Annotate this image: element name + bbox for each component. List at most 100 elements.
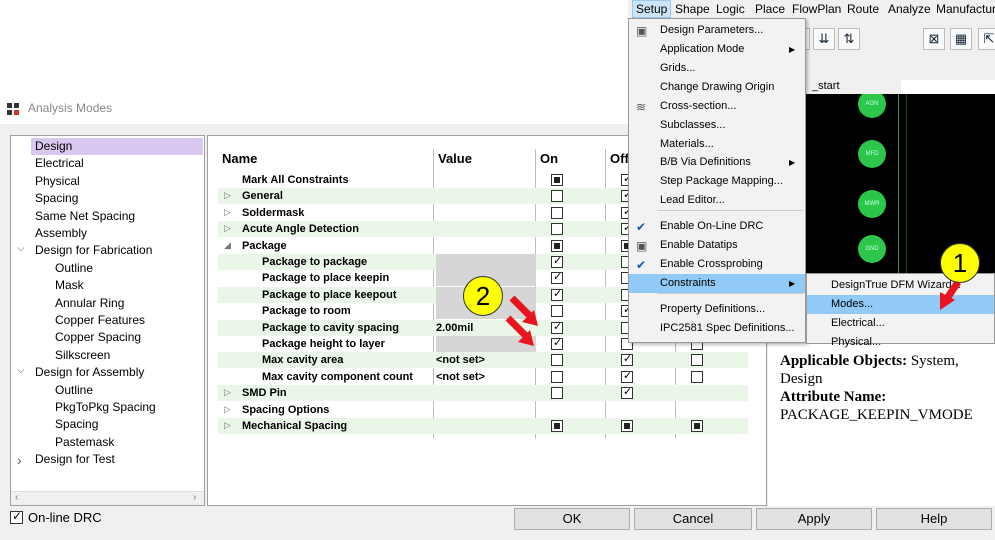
on-checkbox[interactable] [551, 206, 563, 219]
setup-menu-item[interactable]: B/B Via Definitions [629, 153, 805, 172]
tree-item[interactable]: Copper Spacing [51, 329, 145, 346]
setup-menu-item[interactable]: Step Package Mapping... [629, 172, 805, 191]
grid-row[interactable]: Max cavity component count <not set> [218, 369, 748, 385]
grid-row[interactable]: ▷ Spacing Options [218, 402, 748, 418]
setup-menu-item[interactable]: Cross-section... [629, 97, 805, 116]
menu-route[interactable]: Route [847, 2, 879, 16]
setup-menu-item[interactable]: Lead Editor... [629, 191, 805, 210]
scroll-left-icon[interactable]: ‹ [15, 492, 18, 503]
row-value[interactable]: 2.00mil [436, 320, 536, 336]
off-checkbox-mixed[interactable] [621, 420, 633, 432]
on-checkbox[interactable] [551, 305, 563, 318]
setup-menu-item[interactable]: Materials... [629, 135, 805, 154]
menu-setup[interactable]: Setup [632, 0, 672, 18]
off-checkbox-checked[interactable] [621, 385, 633, 400]
chevron-right-icon[interactable]: › [17, 452, 22, 468]
constraints-menu-item[interactable]: Electrical... [807, 314, 994, 333]
on-checkbox[interactable] [551, 387, 563, 400]
on-checkbox[interactable] [551, 190, 563, 203]
menu-shape[interactable]: Shape [675, 2, 710, 16]
on-checkbox-checked[interactable] [551, 336, 563, 350]
toolbar-grid-x-icon[interactable]: ⊠ [923, 28, 945, 50]
constraints-menu-item[interactable]: Physical... [807, 333, 994, 352]
toolbar-align-down-icon[interactable]: ⇊ [813, 28, 835, 50]
column-header-on[interactable]: On [540, 151, 558, 166]
setup-menu-item[interactable]: IPC2581 Spec Definitions... [629, 319, 805, 338]
column-header-name[interactable]: Name [222, 151, 257, 166]
tree-item[interactable]: Outline [51, 260, 97, 277]
setup-menu-item[interactable]: Enable Crossprobing [629, 255, 805, 274]
checkbox-checked-icon[interactable] [10, 509, 23, 524]
tree-item[interactable]: Outline [51, 382, 97, 399]
tree-item[interactable]: Copper Features [51, 312, 149, 329]
row-value[interactable] [436, 254, 536, 270]
constraints-menu-item[interactable]: Modes... [807, 295, 994, 314]
scroll-right-icon[interactable]: › [193, 492, 196, 503]
triangle-right-icon[interactable]: ▷ [224, 420, 231, 431]
menu-analyze[interactable]: Analyze [888, 2, 931, 16]
help-button[interactable]: Help [876, 508, 992, 530]
chevron-down-icon[interactable]: ⌵ [17, 365, 25, 376]
canvas-tab[interactable]: _start [806, 80, 901, 94]
tree-item[interactable]: Spacing [31, 190, 82, 207]
triangle-right-icon[interactable]: ▷ [224, 223, 231, 234]
tree-item[interactable]: Design for Assembly [31, 364, 148, 381]
triangle-right-icon[interactable]: ▷ [224, 404, 231, 415]
on-checkbox-checked[interactable] [551, 270, 563, 285]
setup-menu-item[interactable]: Subclasses... [629, 116, 805, 135]
on-checkbox-mixed[interactable] [551, 239, 563, 252]
on-checkbox-mixed[interactable] [551, 420, 563, 432]
on-checkbox[interactable] [551, 354, 563, 367]
off-checkbox-checked[interactable] [621, 352, 633, 367]
triangle-right-icon[interactable]: ▷ [224, 207, 231, 218]
menu-flowplan[interactable]: FlowPlan [792, 2, 841, 16]
triangle-right-icon[interactable]: ▷ [224, 387, 231, 398]
tree-item[interactable]: Mask [51, 277, 88, 294]
setup-menu-item[interactable]: Enable On-Line DRC [629, 217, 805, 236]
toolbar-grid-icon[interactable]: ▦ [950, 28, 972, 50]
tree-item[interactable]: Design for Fabrication [31, 242, 156, 259]
setup-menu-item[interactable]: Change Drawing Origin [629, 78, 805, 97]
grid-row[interactable]: Max cavity area <not set> [218, 352, 748, 369]
chevron-down-icon[interactable]: ⌵ [17, 243, 25, 254]
row-value[interactable]: <not set> [436, 369, 536, 385]
on-checkbox-mixed[interactable] [551, 174, 563, 186]
off-checkbox-checked[interactable] [621, 369, 633, 383]
triangle-down-icon[interactable]: ◢ [224, 240, 231, 251]
apply-button[interactable]: Apply [756, 508, 872, 530]
setup-menu-item[interactable]: Property Definitions... [629, 300, 805, 319]
column-header-off[interactable]: Off [610, 151, 629, 166]
triangle-right-icon[interactable]: ▷ [224, 190, 231, 201]
tree-item[interactable]: Same Net Spacing [31, 208, 139, 225]
tree-item[interactable]: Physical [31, 173, 84, 190]
on-checkbox[interactable] [551, 370, 563, 383]
menu-logic[interactable]: Logic [716, 2, 745, 16]
toolbar-more-icon[interactable]: ⇱ [978, 28, 995, 50]
column-header-value[interactable]: Value [438, 151, 472, 166]
setup-menu-item[interactable]: Enable Datatips [629, 236, 805, 255]
extra-checkbox-mixed[interactable] [691, 420, 703, 432]
tree-item[interactable]: Electrical [31, 155, 88, 172]
row-value[interactable]: <not set> [436, 352, 536, 368]
tree-item[interactable]: Assembly [31, 225, 91, 242]
tree-item[interactable]: Design for Test [31, 451, 119, 468]
extra-checkbox[interactable] [691, 354, 703, 367]
extra-checkbox[interactable] [691, 370, 703, 383]
tree-item[interactable]: Spacing [51, 416, 102, 433]
on-checkbox[interactable] [551, 223, 563, 236]
on-checkbox-checked[interactable] [551, 254, 563, 268]
setup-menu-item[interactable]: Design Parameters... [629, 21, 805, 40]
menu-manufacture[interactable]: Manufacture [936, 2, 995, 16]
tree-item[interactable]: Annular Ring [51, 295, 128, 312]
setup-menu-item[interactable]: Grids... [629, 59, 805, 78]
row-value[interactable] [436, 336, 536, 352]
toolbar-align-icon[interactable]: ⇅ [838, 28, 860, 50]
cancel-button[interactable]: Cancel [634, 508, 752, 530]
on-checkbox-checked[interactable] [551, 287, 563, 301]
setup-menu-item[interactable]: Constraints [629, 274, 805, 293]
tree-item[interactable]: Design [31, 138, 203, 155]
tree-item[interactable]: Pastemask [51, 434, 118, 451]
menu-place[interactable]: Place [755, 2, 785, 16]
modes-tree[interactable]: Design Electrical Physical Spacing Same Net … [10, 135, 205, 506]
tree-item[interactable]: Silkscreen [51, 347, 114, 364]
